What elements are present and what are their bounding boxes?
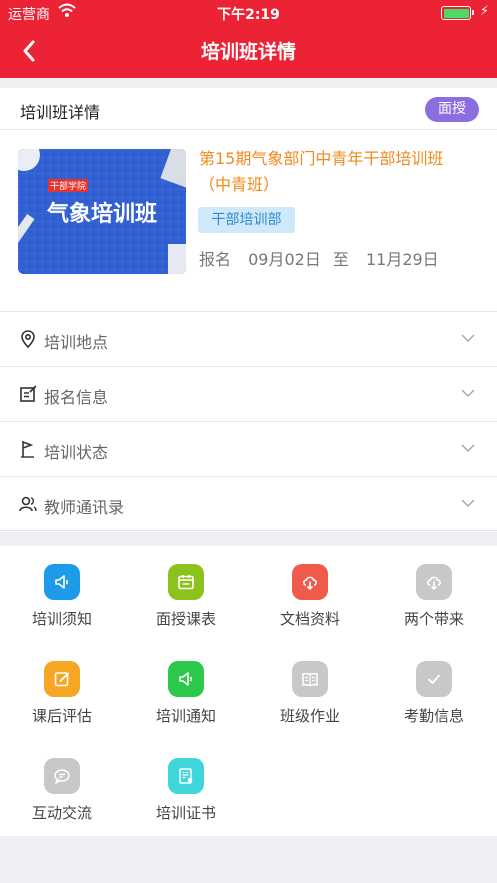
- enroll-sep: 至: [332, 250, 349, 269]
- megaphone-icon: [44, 564, 80, 600]
- megaphone-icon: [168, 661, 204, 697]
- function-homework[interactable]: 班级作业: [248, 643, 372, 740]
- flag-icon: [21, 441, 34, 458]
- battery-icon: [441, 6, 474, 20]
- status-time: 下午2:19: [217, 7, 280, 23]
- chevron-down-icon: [461, 334, 475, 343]
- location-pin-icon: [21, 330, 35, 349]
- certificate-icon: [168, 758, 204, 794]
- function-label: 培训通知: [155, 707, 216, 725]
- function-label: 文档资料: [279, 610, 340, 628]
- chat-icon: [44, 758, 80, 794]
- contacts-icon: [19, 496, 37, 512]
- function-evaluation[interactable]: 课后评估: [0, 643, 124, 740]
- department-tag: 干部培训部: [198, 207, 295, 233]
- enroll-start: 09月02日: [248, 250, 321, 269]
- function-label: 互动交流: [31, 804, 92, 822]
- section-label: 培训地点: [44, 333, 109, 352]
- function-documents[interactable]: 文档资料: [248, 546, 372, 643]
- section-row-status[interactable]: 培训状态: [0, 421, 497, 476]
- section-label: 培训状态: [44, 443, 109, 462]
- edit-note-icon: [20, 385, 37, 402]
- card-header-label: 培训班详情: [20, 103, 101, 122]
- course-card: 培训班详情 面授 干部学院 气象培训班 第15期气象部门中青年干部培训班（中青班…: [0, 88, 497, 532]
- function-two-bring[interactable]: 两个带来: [372, 546, 496, 643]
- nav-bar: 培训班详情: [0, 26, 497, 78]
- function-training-notification[interactable]: 培训通知: [124, 643, 248, 740]
- section-row-location[interactable]: 培训地点: [0, 311, 497, 366]
- cloud-download-icon: [416, 564, 452, 600]
- function-label: 两个带来: [403, 610, 464, 628]
- function-interaction[interactable]: 互动交流: [0, 740, 124, 837]
- section-row-contacts[interactable]: 教师通讯录: [0, 476, 497, 531]
- status-bar: 运营商 下午2:19 ⚡: [0, 0, 497, 26]
- top-bar: 运营商 下午2:19 ⚡ 培训班详情: [0, 0, 497, 78]
- section-row-enroll-info[interactable]: 报名信息: [0, 366, 497, 421]
- enroll-label: 报名: [199, 250, 232, 269]
- function-class-schedule[interactable]: 面授课表: [124, 546, 248, 643]
- section-label: 教师通讯录: [44, 498, 125, 517]
- function-label: 面授课表: [155, 610, 216, 628]
- charging-icon: ⚡: [479, 4, 489, 19]
- mode-badge: 面授: [425, 97, 479, 122]
- thumbnail-text: 气象培训班: [46, 201, 157, 227]
- course-thumbnail-art: 干部学院 气象培训班: [18, 149, 186, 274]
- cloud-download-icon: [292, 564, 328, 600]
- function-label: 培训须知: [31, 610, 92, 628]
- function-label: 考勤信息: [403, 707, 464, 725]
- edit-icon: [44, 661, 80, 697]
- function-label: 培训证书: [155, 804, 216, 822]
- function-certificate[interactable]: 培训证书: [124, 740, 248, 837]
- function-label: 班级作业: [279, 707, 340, 725]
- course-thumbnail[interactable]: 干部学院 气象培训班: [18, 149, 186, 274]
- card-header: 培训班详情 面授: [0, 88, 497, 130]
- course-title[interactable]: 第15期气象部门中青年干部培训班（中青班）: [199, 146, 474, 198]
- chevron-down-icon: [461, 499, 475, 508]
- chevron-down-icon: [461, 389, 475, 398]
- check-icon: [416, 661, 452, 697]
- function-label: 课后评估: [31, 707, 92, 725]
- function-grid: 培训须知 面授课表 文档资料 两个带来 课后评估 培训通知 班级作业 考勤信息 …: [0, 546, 497, 836]
- section-label: 报名信息: [44, 388, 109, 407]
- thumbnail-badge: 干部学院: [50, 180, 86, 192]
- function-attendance[interactable]: 考勤信息: [372, 643, 496, 740]
- chevron-down-icon: [461, 444, 475, 453]
- enroll-period: 报名 09月02日至 11月29日: [199, 246, 451, 270]
- enroll-end: 11月29日: [365, 250, 439, 269]
- calendar-icon: [168, 564, 204, 600]
- page-title: 培训班详情: [200, 41, 296, 63]
- book-icon: [292, 661, 328, 697]
- function-training-notice[interactable]: 培训须知: [0, 546, 124, 643]
